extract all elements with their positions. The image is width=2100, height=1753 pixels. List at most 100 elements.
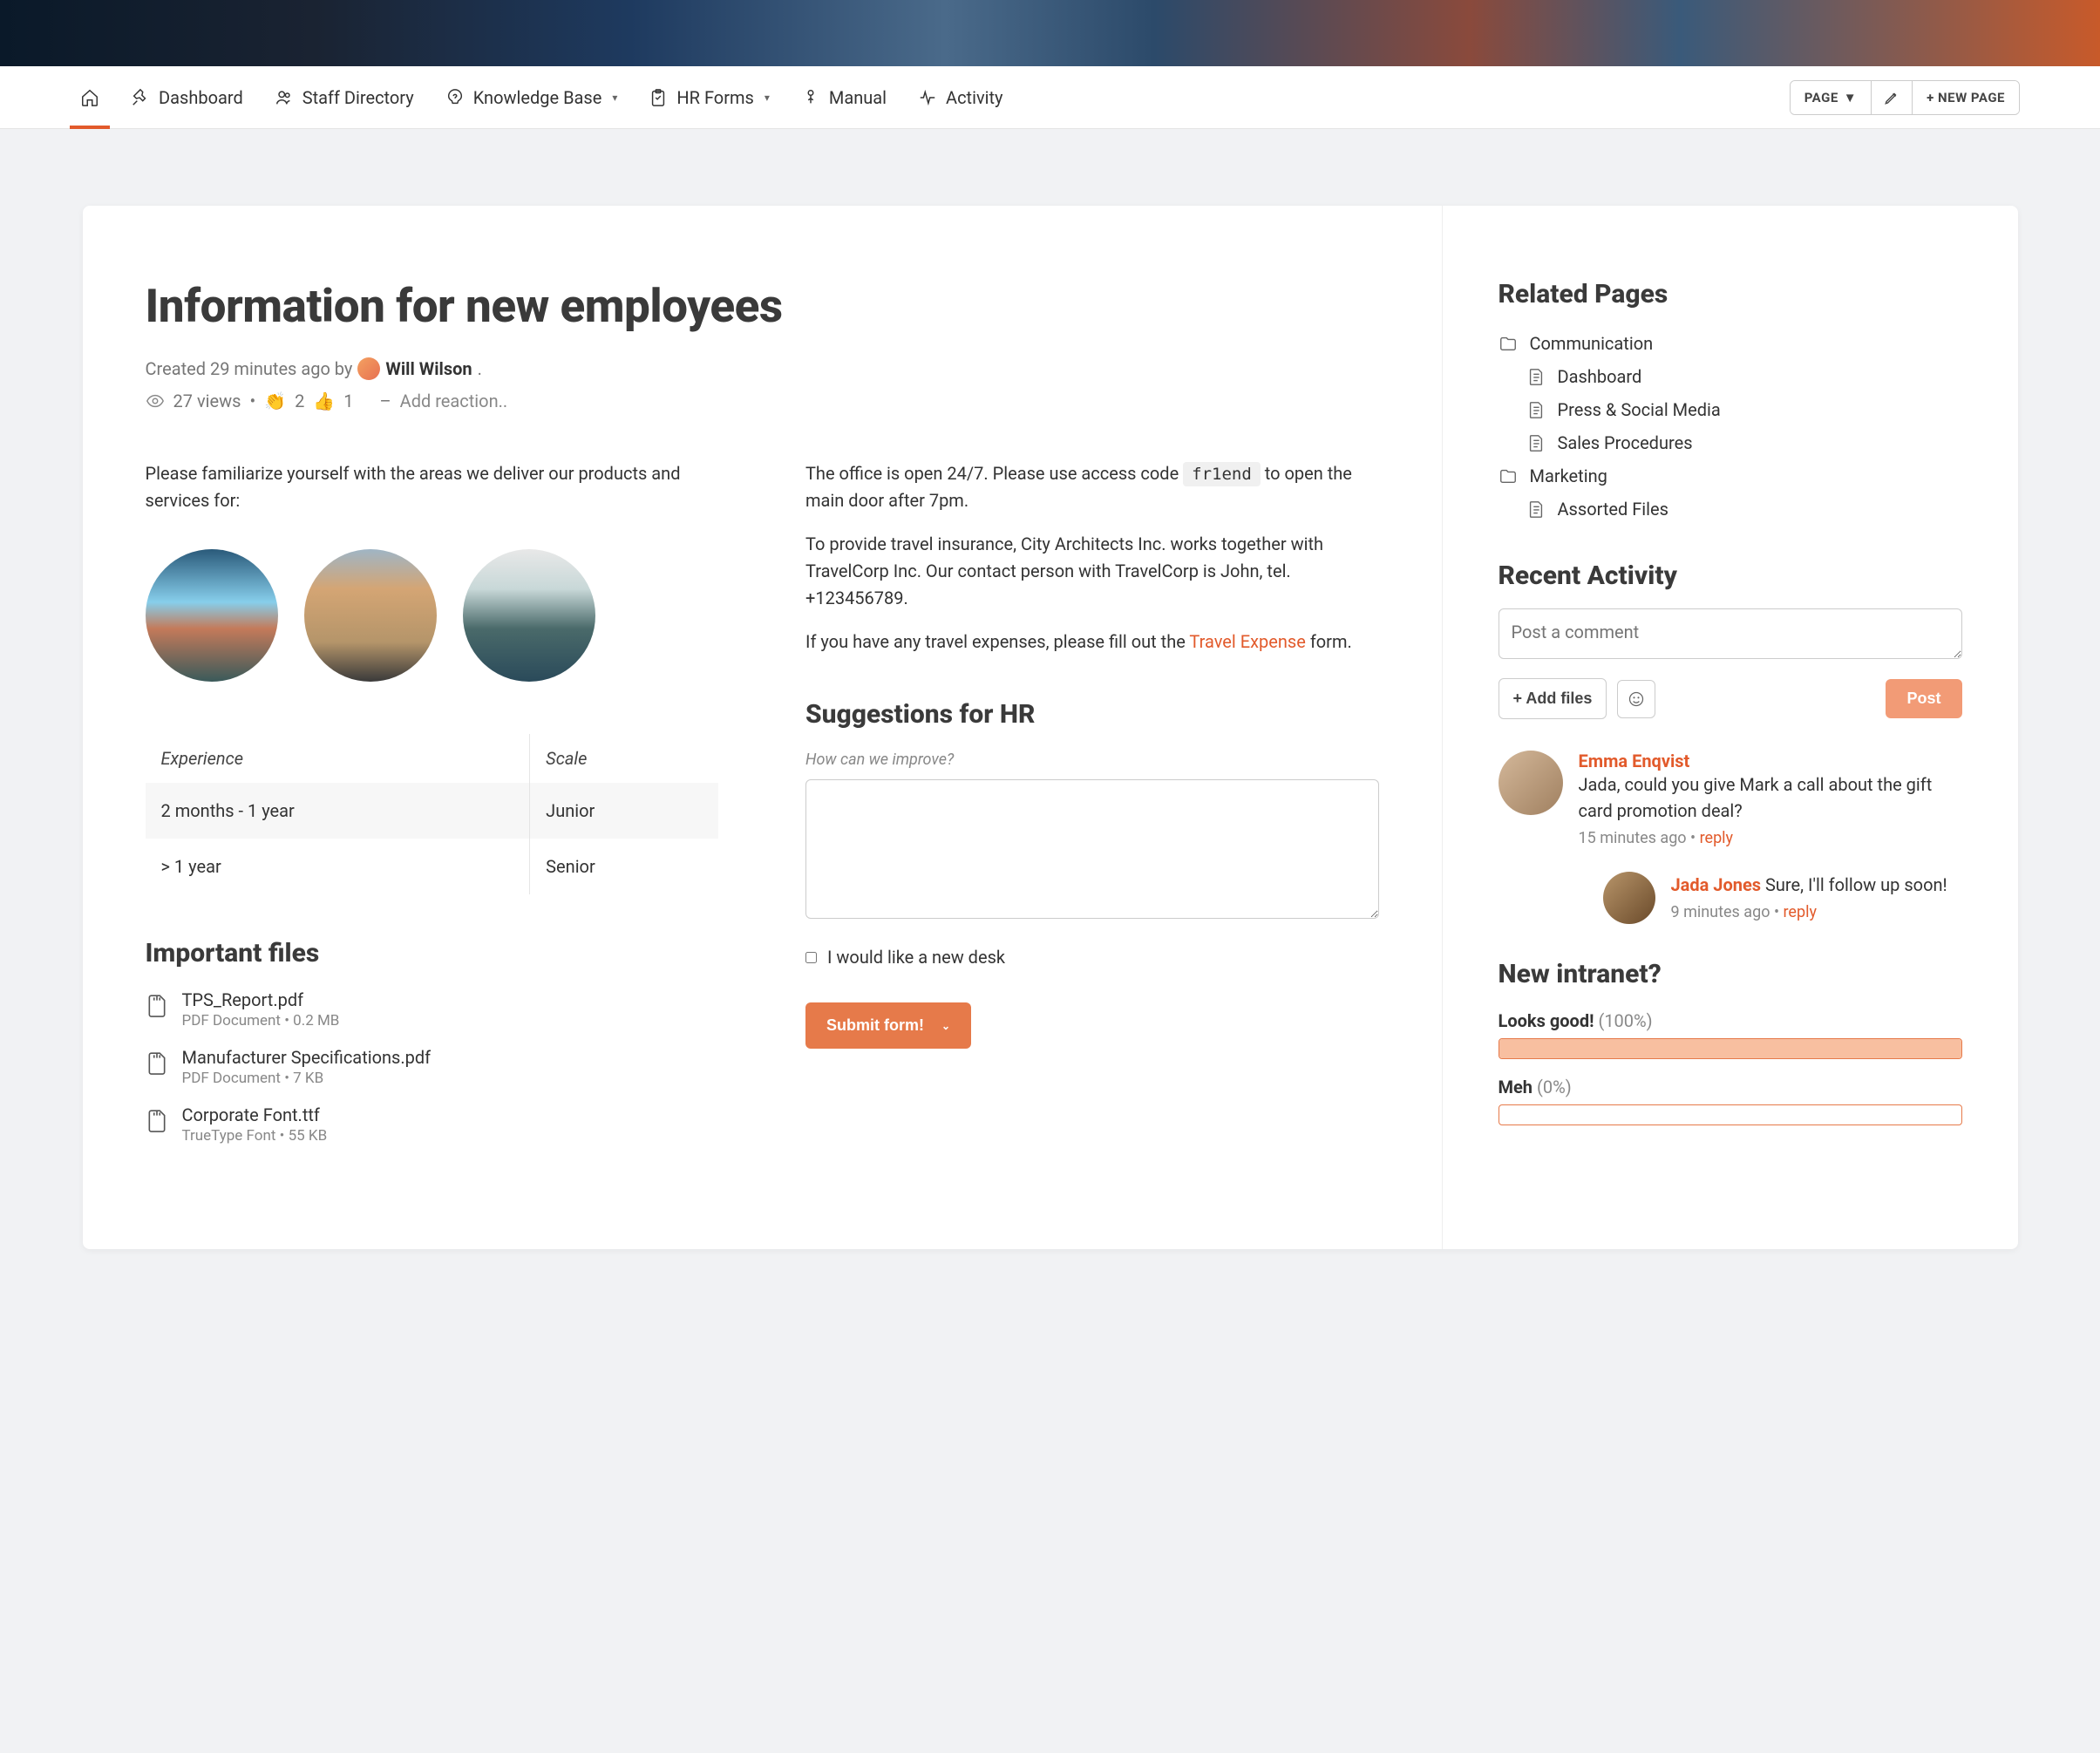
table-header-experience: Experience [146, 734, 530, 783]
page-btn-label: PAGE [1804, 90, 1838, 105]
related-folder-marketing[interactable]: Marketing [1499, 459, 1962, 493]
created-time: Created 29 minutes ago by [146, 358, 353, 379]
pin-icon [131, 88, 150, 107]
poll-option-label: Looks good! [1499, 1010, 1594, 1031]
comment-item: Emma Enqvist Jada, could you give Mark a… [1499, 751, 1962, 847]
access-code: fr1end [1183, 462, 1261, 486]
office-hours-text: The office is open 24/7. Please use acce… [805, 460, 1379, 514]
related-label: Assorted Files [1558, 499, 1668, 520]
cell: 2 months - 1 year [146, 783, 530, 839]
related-label: Communication [1530, 333, 1654, 354]
file-item[interactable]: Corporate Font.ttf TrueType Font • 55 KB [146, 1104, 719, 1145]
nav-label: Activity [946, 87, 1002, 108]
document-icon [1526, 499, 1546, 519]
file-meta: PDF Document • 7 KB [182, 1070, 432, 1087]
nav-hr-forms[interactable]: HR Forms ▾ [649, 87, 769, 108]
eye-icon [146, 391, 165, 411]
author-name: Will Wilson [385, 358, 472, 379]
add-files-button[interactable]: + Add files [1499, 678, 1607, 719]
intro-text: Please familiarize yourself with the are… [146, 460, 719, 514]
new-page-button[interactable]: + NEW PAGE [1913, 81, 2019, 114]
post-button[interactable]: Post [1886, 679, 1961, 718]
travel-expense-link[interactable]: Travel Expense [1189, 631, 1305, 652]
comment-input[interactable] [1499, 608, 1962, 659]
comment-time: 15 minutes ago [1579, 829, 1687, 847]
document-icon [1526, 400, 1546, 419]
submit-label: Submit form! [826, 1016, 924, 1035]
header-banner [0, 0, 2100, 66]
cell: Senior [530, 839, 718, 894]
poll-option-2[interactable]: Meh (0%) [1499, 1077, 1962, 1125]
nav-label: Staff Directory [302, 87, 414, 108]
thumbs-icon: 👍 [313, 391, 335, 411]
nav-label: Manual [829, 87, 887, 108]
help-icon [445, 88, 465, 107]
file-name: Corporate Font.ttf [182, 1104, 328, 1125]
reactions-bar: 27 views • 👏 2 👍 1 – Add reaction.. [146, 391, 1379, 411]
cell: Junior [530, 783, 718, 839]
file-meta: PDF Document • 0.2 MB [182, 1012, 340, 1029]
nav-staff-directory[interactable]: Staff Directory [275, 87, 414, 108]
related-page-press[interactable]: Press & Social Media [1499, 393, 1962, 426]
insurance-text: To provide travel insurance, City Archit… [805, 531, 1379, 612]
file-item[interactable]: TPS_Report.pdf PDF Document • 0.2 MB [146, 989, 719, 1029]
related-label: Dashboard [1558, 366, 1642, 387]
experience-table: Experience Scale 2 months - 1 year Junio… [146, 734, 719, 894]
add-reaction-button[interactable]: Add reaction.. [400, 391, 508, 411]
file-icon [146, 1049, 168, 1077]
new-desk-checkbox[interactable] [805, 952, 817, 963]
chevron-down-icon: ▾ [765, 92, 770, 104]
chevron-down-icon: ⌄ [941, 1020, 950, 1032]
pencil-icon [1884, 90, 1900, 105]
edit-button[interactable] [1872, 81, 1913, 114]
commenter-name[interactable]: Emma Enqvist [1579, 751, 1962, 771]
files-heading: Important files [146, 938, 719, 968]
comment-text: Jada, could you give Mark a call about t… [1579, 771, 1962, 824]
smiley-icon [1628, 690, 1645, 708]
page-title: Information for new employees [146, 279, 1379, 333]
file-item[interactable]: Manufacturer Specifications.pdf PDF Docu… [146, 1047, 719, 1087]
new-page-label: + NEW PAGE [1927, 90, 2005, 105]
related-folder-communication[interactable]: Communication [1499, 327, 1962, 360]
nav-dashboard[interactable]: Dashboard [131, 87, 243, 108]
document-icon [1526, 367, 1546, 386]
nav-label: HR Forms [676, 87, 753, 108]
thumbs-count: 1 [343, 391, 353, 411]
file-icon [146, 1106, 168, 1134]
chevron-down-icon: ▾ [612, 92, 617, 104]
comment-time: 9 minutes ago [1671, 903, 1770, 921]
related-label: Press & Social Media [1558, 399, 1721, 420]
poll-option-label: Meh [1499, 1077, 1533, 1097]
related-page-sales[interactable]: Sales Procedures [1499, 426, 1962, 459]
commenter-avatar [1603, 872, 1655, 924]
table-row: 2 months - 1 year Junior [146, 783, 719, 839]
nav-home[interactable] [80, 88, 99, 107]
table-row: > 1 year Senior [146, 839, 719, 894]
recent-activity-heading: Recent Activity [1499, 561, 1962, 591]
reply-link[interactable]: reply [1783, 903, 1816, 921]
page-dropdown-button[interactable]: PAGE ▼ [1791, 81, 1872, 114]
home-icon [80, 88, 99, 107]
related-page-dashboard[interactable]: Dashboard [1499, 360, 1962, 393]
suggestions-textarea[interactable] [805, 779, 1379, 919]
poll-option-1[interactable]: Looks good! (100%) [1499, 1010, 1962, 1059]
submit-form-button[interactable]: Submit form! ⌄ [805, 1002, 971, 1049]
nav-manual[interactable]: Manual [801, 87, 887, 108]
area-image-3 [463, 549, 595, 682]
reply-link[interactable]: reply [1700, 829, 1733, 847]
related-page-assorted[interactable]: Assorted Files [1499, 493, 1962, 526]
folder-icon [1499, 466, 1518, 486]
related-pages-heading: Related Pages [1499, 279, 1962, 309]
page-meta: Created 29 minutes ago by Will Wilson. [146, 357, 1379, 380]
nav-knowledge-base[interactable]: Knowledge Base ▾ [445, 87, 618, 108]
commenter-name[interactable]: Jada Jones [1671, 874, 1762, 895]
triangle-down-icon: ▼ [1844, 90, 1857, 105]
folder-icon [1499, 334, 1518, 353]
poll-option-pct: (100%) [1598, 1010, 1652, 1031]
comment-item-nested: Jada Jones Sure, I'll follow up soon! 9 … [1603, 872, 1962, 924]
area-image-2 [304, 549, 437, 682]
topbar: Dashboard Staff Directory Knowledge Base… [0, 66, 2100, 129]
commenter-avatar [1499, 751, 1563, 815]
nav-activity[interactable]: Activity [918, 87, 1002, 108]
emoji-button[interactable] [1617, 680, 1655, 718]
